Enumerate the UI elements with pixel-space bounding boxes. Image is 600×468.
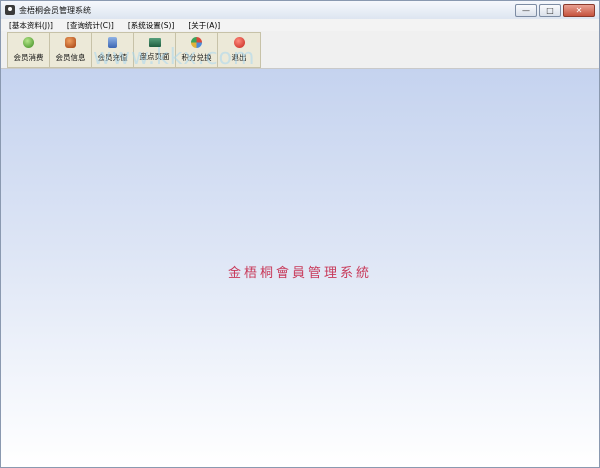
user-icon xyxy=(23,37,34,48)
toolbar: 会员消费 会员信息 会员充值 盘点页面 积分兑换 退出 xyxy=(1,31,599,69)
window-title: 金梧桐会员管理系统 xyxy=(19,5,91,15)
tool-label: 积分兑换 xyxy=(181,53,212,62)
menu-query-stats[interactable]: [查询统计(C)] xyxy=(67,20,114,31)
menu-about[interactable]: [关于(A)] xyxy=(188,20,220,31)
tool-label: 会员充值 xyxy=(97,53,128,62)
tool-label: 盘点页面 xyxy=(139,52,170,61)
member-info-button[interactable]: 会员信息 xyxy=(50,33,92,67)
screen-icon xyxy=(148,38,161,47)
title-bar[interactable]: 金梧桐会员管理系统 — □ ✕ xyxy=(1,1,599,19)
inventory-page-button[interactable]: 盘点页面 xyxy=(134,33,176,67)
toolbar-button-group: 会员消费 会员信息 会员充值 盘点页面 积分兑换 退出 xyxy=(7,32,261,68)
app-logo-icon xyxy=(5,5,15,15)
menu-bar: [基本资料(J)] [查询统计(C)] [系统设置(S)] [关于(A)] xyxy=(1,19,599,31)
exit-icon xyxy=(233,37,245,48)
points-exchange-button[interactable]: 积分兑换 xyxy=(176,33,218,67)
tool-label: 会员信息 xyxy=(55,53,86,62)
menu-system-settings[interactable]: [系统设置(S)] xyxy=(128,20,174,31)
minimize-button[interactable]: — xyxy=(515,4,537,17)
main-workspace: 金梧桐會員管理系統 xyxy=(1,69,599,467)
tool-label: 退出 xyxy=(231,53,247,62)
member-consume-button[interactable]: 会员消费 xyxy=(8,33,50,67)
center-title: 金梧桐會員管理系統 xyxy=(227,266,372,281)
member-recharge-button[interactable]: 会员充值 xyxy=(92,33,134,67)
recharge-icon xyxy=(108,37,117,48)
exchange-icon xyxy=(191,37,202,48)
member-info-icon xyxy=(65,37,76,48)
exit-button[interactable]: 退出 xyxy=(218,33,260,67)
tool-label: 会员消费 xyxy=(13,53,44,62)
maximize-button[interactable]: □ xyxy=(539,4,561,17)
menu-basic-info[interactable]: [基本资料(J)] xyxy=(9,20,53,31)
app-window: 金梧桐会员管理系统 — □ ✕ [基本资料(J)] [查询统计(C)] [系统设… xyxy=(0,0,600,468)
close-button[interactable]: ✕ xyxy=(563,4,595,17)
window-controls: — □ ✕ xyxy=(515,4,595,17)
